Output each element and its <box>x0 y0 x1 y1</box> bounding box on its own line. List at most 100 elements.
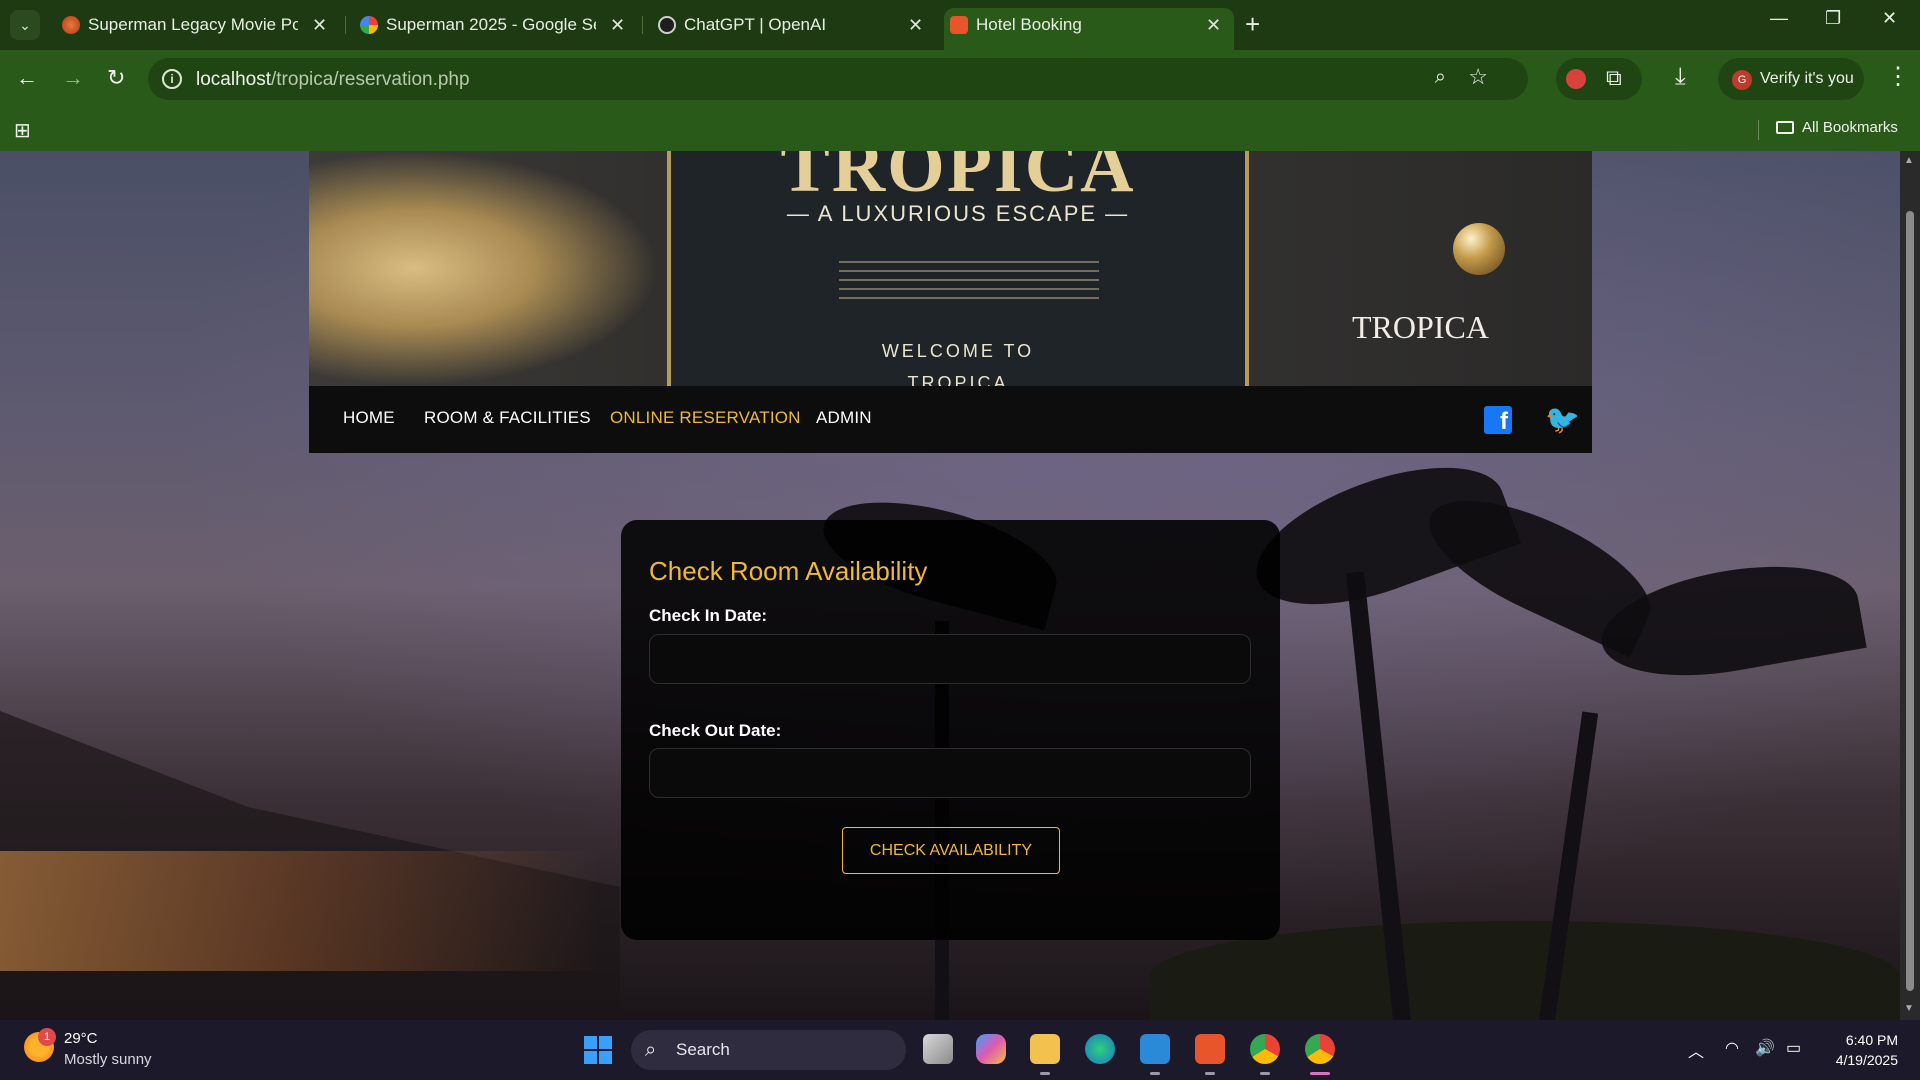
openai-favicon-icon <box>658 16 676 34</box>
system-clock[interactable]: 6:40 PM 4/19/2025 <box>1818 1030 1898 1070</box>
scroll-down-arrow-icon[interactable]: ▼ <box>1904 1003 1914 1014</box>
new-tab-button[interactable]: + <box>1245 11 1260 37</box>
profile-avatar: G <box>1732 70 1752 90</box>
close-window-icon[interactable]: ✕ <box>1882 8 1897 29</box>
app-running-indicator <box>1150 1072 1160 1075</box>
url-text[interactable]: localhost/tropica/reservation.php <box>196 69 470 91</box>
facebook-icon[interactable]: f <box>1484 406 1512 435</box>
tab-chatgpt[interactable]: ChatGPT | OpenAI ✕ <box>652 8 932 42</box>
verify-label: Verify it's you <box>1760 70 1854 87</box>
scroll-up-arrow-icon[interactable]: ▲ <box>1904 155 1914 166</box>
restore-icon[interactable]: ❐ <box>1825 8 1841 29</box>
puzzle-icon[interactable]: ⧉ <box>1606 65 1622 91</box>
windows-start-icon[interactable] <box>584 1036 612 1064</box>
chrome-profile-icon[interactable] <box>1305 1034 1335 1064</box>
site-navbar: HOME ROOM & FACILITIES ONLINE RESERVATIO… <box>309 386 1592 453</box>
check-out-date-input[interactable] <box>649 748 1251 798</box>
hero-banner: TROPICA — A LUXURIOUS ESCAPE — WELCOME T… <box>309 151 1592 386</box>
banner-fine-print <box>839 261 1099 305</box>
app-active-indicator <box>1310 1072 1330 1075</box>
xampp-icon[interactable] <box>1195 1034 1225 1064</box>
welcome-brand: TROPICA <box>907 373 1009 386</box>
gold-orb-decoration <box>1453 223 1505 275</box>
check-availability-button[interactable]: CHECK AVAILABILITY <box>842 827 1060 874</box>
all-bookmarks-button[interactable]: All Bookmarks <box>1776 119 1898 136</box>
twitter-icon[interactable]: 🐦 <box>1545 406 1580 434</box>
apps-grid-icon[interactable]: ⊞ <box>14 118 31 143</box>
app-running-indicator <box>1205 1072 1215 1075</box>
windows-taskbar: 1 29°C Mostly sunny ⌕ Search ︿ ◠ 🔊 ▭ 6:4… <box>0 1020 1920 1080</box>
xampp-favicon-icon <box>950 16 968 34</box>
app-running-indicator <box>1040 1072 1050 1075</box>
tab-close-icon[interactable]: ✕ <box>610 8 625 42</box>
page-viewport: TROPICA — A LUXURIOUS ESCAPE — WELCOME T… <box>0 151 1900 1020</box>
banner-tagline: — A LUXURIOUS ESCAPE — <box>786 201 1130 226</box>
copilot-icon[interactable] <box>976 1034 1006 1064</box>
tab-title: Hotel Booking <box>976 15 1082 34</box>
reload-icon[interactable]: ↻ <box>107 67 125 89</box>
tab-search-menu-button[interactable]: ⌄ <box>10 10 40 40</box>
availability-form-card: Check Room Availability Check In Date: C… <box>621 520 1280 940</box>
google-favicon-icon <box>360 16 378 34</box>
check-in-date-input[interactable] <box>649 634 1251 684</box>
minimize-icon[interactable]: — <box>1770 8 1788 29</box>
nav-room-facilities[interactable]: ROOM & FACILITIES <box>424 408 591 428</box>
forward-arrow-icon[interactable]: → <box>62 67 84 89</box>
edge-icon[interactable] <box>1085 1034 1115 1064</box>
extension-icon[interactable] <box>1566 69 1586 89</box>
taskbar-search-box[interactable]: ⌕ Search <box>631 1030 906 1070</box>
tab-close-icon[interactable]: ✕ <box>1206 8 1221 42</box>
menu-kebab-icon[interactable]: ⋮ <box>1886 62 1910 91</box>
banner-welcome: WELCOME TO TROPICA <box>671 335 1245 386</box>
sparkle-favicon-icon <box>62 16 80 34</box>
tab-superman-poster[interactable]: Superman Legacy Movie Poster ✕ <box>56 8 336 42</box>
app-running-indicator <box>1260 1072 1270 1075</box>
site-info-icon[interactable]: i <box>162 69 182 89</box>
weather-description[interactable]: Mostly sunny <box>64 1051 152 1068</box>
file-explorer-icon[interactable] <box>1030 1034 1060 1064</box>
tab-title: Superman 2025 - Google Search <box>386 15 596 34</box>
weather-notification-badge: 1 <box>38 1028 56 1046</box>
nav-admin[interactable]: ADMIN <box>816 408 872 428</box>
tray-overflow-chevron-icon[interactable]: ︿ <box>1688 1038 1704 1062</box>
download-icon[interactable]: ⤓ <box>1675 63 1686 91</box>
tab-superman-google[interactable]: Superman 2025 - Google Search ✕ <box>354 8 634 42</box>
tab-close-icon[interactable]: ✕ <box>908 8 923 42</box>
vscode-icon[interactable] <box>1140 1034 1170 1064</box>
tab-title: Superman Legacy Movie Poster <box>88 15 298 34</box>
url-host: localhost <box>196 69 271 90</box>
zoom-icon[interactable]: ⌕ <box>1435 66 1446 89</box>
nav-online-reservation[interactable]: ONLINE RESERVATION <box>610 408 801 428</box>
verify-profile-button[interactable]: G Verify it's you <box>1718 58 1864 100</box>
clock-date: 4/19/2025 <box>1835 1052 1898 1068</box>
search-icon: ⌕ <box>645 1039 657 1061</box>
task-view-icon[interactable] <box>923 1034 953 1064</box>
wifi-icon[interactable]: ◠ <box>1725 1038 1739 1058</box>
tab-hotel-booking[interactable]: Hotel Booking ✕ <box>944 8 1234 50</box>
banner-side-logo: TROPICA <box>1352 309 1489 345</box>
search-label: Search <box>676 1040 730 1059</box>
chrome-icon[interactable] <box>1250 1034 1280 1064</box>
back-arrow-icon[interactable]: ← <box>16 67 38 89</box>
address-bar[interactable]: i localhost/tropica/reservation.php ⌕ ☆ <box>148 58 1528 100</box>
bookmarks-divider <box>1758 120 1759 140</box>
battery-icon[interactable]: ▭ <box>1786 1038 1801 1058</box>
tab-title: ChatGPT | OpenAI <box>684 15 827 34</box>
scrollbar-thumb[interactable] <box>1906 211 1914 991</box>
tab-divider <box>642 16 643 34</box>
check-out-label: Check Out Date: <box>649 721 782 740</box>
volume-icon[interactable]: 🔊 <box>1755 1038 1775 1058</box>
form-title: Check Room Availability <box>649 556 928 586</box>
url-path: /tropica/reservation.php <box>271 69 470 90</box>
resort-lights-background <box>0 851 600 971</box>
palm-frond <box>1593 549 1867 693</box>
welcome-line: WELCOME TO <box>881 341 1035 361</box>
address-toolbar: ← → ↻ i localhost/tropica/reservation.ph… <box>0 50 1920 108</box>
tab-close-icon[interactable]: ✕ <box>312 8 327 42</box>
bookmark-star-icon[interactable]: ☆ <box>1468 64 1488 90</box>
extensions-group: ⧉ <box>1556 58 1642 100</box>
banner-center-panel: TROPICA — A LUXURIOUS ESCAPE — WELCOME T… <box>667 151 1249 386</box>
weather-temperature[interactable]: 29°C <box>64 1030 98 1047</box>
page-scrollbar[interactable]: ▲ ▼ <box>1900 151 1920 1020</box>
nav-home[interactable]: HOME <box>343 408 395 428</box>
